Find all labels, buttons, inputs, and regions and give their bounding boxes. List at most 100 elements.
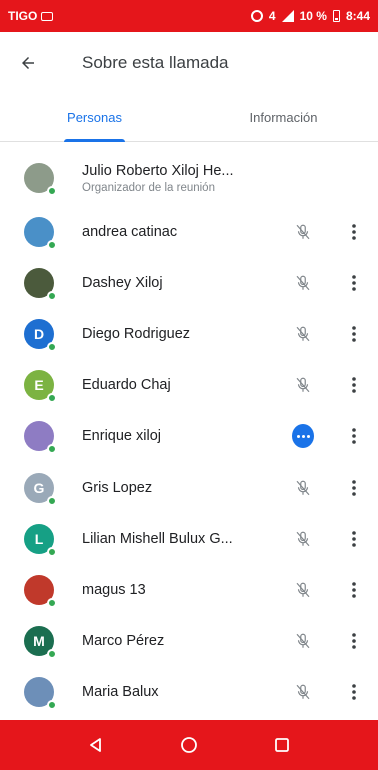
participant-info: Marco Pérez bbox=[82, 633, 268, 649]
presence-dot bbox=[47, 186, 57, 196]
more-vert-icon bbox=[352, 530, 356, 547]
participant-info: Gris Lopez bbox=[82, 480, 268, 496]
tab-informacion[interactable]: Información bbox=[189, 94, 378, 141]
avatar-container bbox=[24, 267, 57, 301]
participant-info: Enrique xiloj bbox=[82, 428, 268, 444]
mic-muted-icon bbox=[292, 477, 314, 499]
participant-row[interactable]: andrea catinac bbox=[0, 206, 378, 257]
avatar-container: L bbox=[24, 523, 57, 557]
mic-muted-icon bbox=[292, 579, 314, 601]
more-options-button[interactable] bbox=[346, 630, 362, 652]
avatar-container bbox=[24, 163, 57, 196]
avatar-container: M bbox=[24, 626, 57, 660]
nav-recents-button[interactable] bbox=[262, 725, 302, 765]
participant-name: Diego Rodriguez bbox=[82, 325, 191, 342]
page-title: Sobre esta llamada bbox=[82, 53, 229, 72]
participant-role: Organizador de la reunión bbox=[82, 181, 215, 194]
avatar-container bbox=[24, 216, 57, 250]
mic-muted-icon bbox=[292, 221, 314, 243]
tab-personas[interactable]: Personas bbox=[0, 94, 189, 142]
tab-personas-label: Personas bbox=[67, 110, 122, 125]
battery-icon bbox=[332, 10, 340, 22]
more-options-button[interactable] bbox=[346, 579, 362, 601]
more-vert-icon bbox=[352, 326, 356, 342]
participant-name: magus 13 bbox=[82, 581, 146, 598]
participant-info: Eduardo Chaj bbox=[82, 377, 268, 393]
participant-name: Eduardo Chaj bbox=[82, 377, 171, 394]
signal-icon bbox=[281, 10, 294, 22]
participant-info: Lilian Mishell Bulux G... bbox=[82, 531, 268, 547]
more-options-button[interactable] bbox=[346, 221, 362, 243]
more-vert-icon bbox=[352, 223, 356, 240]
more-options-button[interactable] bbox=[346, 477, 362, 499]
avatar-container: E bbox=[24, 370, 57, 404]
recents-square-icon bbox=[274, 738, 289, 752]
more-vert-icon bbox=[352, 377, 356, 393]
presence-dot bbox=[47, 444, 57, 455]
participant-row[interactable]: G Gris Lopez bbox=[0, 462, 378, 513]
mic-muted-icon bbox=[292, 323, 314, 345]
presence-dot bbox=[47, 290, 57, 301]
avatar-container: D bbox=[24, 318, 57, 352]
more-options-button[interactable] bbox=[346, 681, 362, 703]
presence-dot bbox=[47, 239, 57, 250]
presence-dot bbox=[47, 393, 57, 404]
mic-muted-icon bbox=[292, 528, 314, 550]
signal-text: 4 bbox=[268, 9, 276, 23]
participant-name: Julio Roberto Xiloj He... bbox=[82, 162, 234, 179]
status-bar: TIGO 4 10 % 8:44 bbox=[0, 0, 378, 32]
carrier-label: TIGO bbox=[8, 9, 38, 23]
participant-info: Julio Roberto Xiloj He... Organizador de … bbox=[82, 163, 288, 194]
avatar-container: G bbox=[24, 472, 57, 506]
mic-muted-icon bbox=[292, 630, 314, 652]
presence-dot bbox=[47, 700, 57, 711]
participant-name: Maria Balux bbox=[82, 684, 159, 701]
avatar-container bbox=[24, 574, 57, 608]
participant-info: Diego Rodriguez bbox=[82, 326, 268, 342]
participant-row[interactable]: magus 13 bbox=[0, 564, 378, 615]
mic-muted-icon bbox=[292, 374, 314, 396]
participant-row[interactable]: Julio Roberto Xiloj He... Organizador de … bbox=[0, 150, 378, 206]
avatar-container bbox=[24, 677, 57, 711]
more-vert-icon bbox=[352, 428, 356, 445]
home-circle-icon bbox=[181, 737, 197, 753]
participant-row[interactable]: L Lilian Mishell Bulux G... bbox=[0, 513, 378, 564]
back-button[interactable] bbox=[0, 32, 56, 94]
participant-row[interactable]: Maria Balux bbox=[0, 667, 378, 718]
participant-name: Marco Pérez bbox=[82, 633, 165, 650]
participant-info: magus 13 bbox=[82, 582, 268, 598]
more-options-button[interactable] bbox=[346, 272, 362, 294]
more-options-button[interactable] bbox=[346, 425, 362, 447]
participant-row[interactable]: M Marco Pérez bbox=[0, 616, 378, 667]
presence-dot bbox=[47, 495, 57, 506]
presence-dot bbox=[47, 649, 57, 660]
participant-name: andrea catinac bbox=[82, 223, 178, 240]
cast-icon bbox=[41, 11, 54, 21]
more-vert-icon bbox=[352, 633, 356, 649]
more-options-button[interactable] bbox=[346, 374, 362, 396]
back-triangle-icon bbox=[90, 738, 102, 752]
more-vert-icon bbox=[352, 684, 356, 701]
tab-bar: Personas Información bbox=[0, 94, 378, 142]
participant-name: Lilian Mishell Bulux G... bbox=[82, 530, 233, 547]
arrow-back-icon bbox=[22, 57, 34, 69]
more-options-button[interactable] bbox=[346, 323, 362, 345]
battery-percent: 10 % bbox=[299, 9, 327, 23]
more-options-button[interactable] bbox=[346, 528, 362, 550]
participant-info: Maria Balux bbox=[82, 684, 268, 700]
participant-row[interactable]: E Eduardo Chaj bbox=[0, 360, 378, 411]
more-vert-icon bbox=[352, 479, 356, 496]
participant-row[interactable]: Dashey Xiloj bbox=[0, 257, 378, 308]
participant-row[interactable]: D Diego Rodriguez bbox=[0, 308, 378, 359]
participant-name: Enrique xiloj bbox=[82, 428, 161, 445]
nav-home-button[interactable] bbox=[169, 725, 209, 765]
participant-name: Dashey Xiloj bbox=[82, 274, 163, 291]
participant-name: Gris Lopez bbox=[82, 479, 153, 496]
presence-dot bbox=[47, 341, 57, 352]
nav-back-button[interactable] bbox=[76, 725, 116, 765]
participant-info: Dashey Xiloj bbox=[82, 275, 268, 291]
participant-row[interactable]: Enrique xiloj bbox=[0, 411, 378, 462]
app-header: Sobre esta llamada bbox=[0, 32, 378, 94]
tab-informacion-label: Información bbox=[249, 110, 318, 125]
speaking-indicator-icon bbox=[292, 424, 314, 449]
